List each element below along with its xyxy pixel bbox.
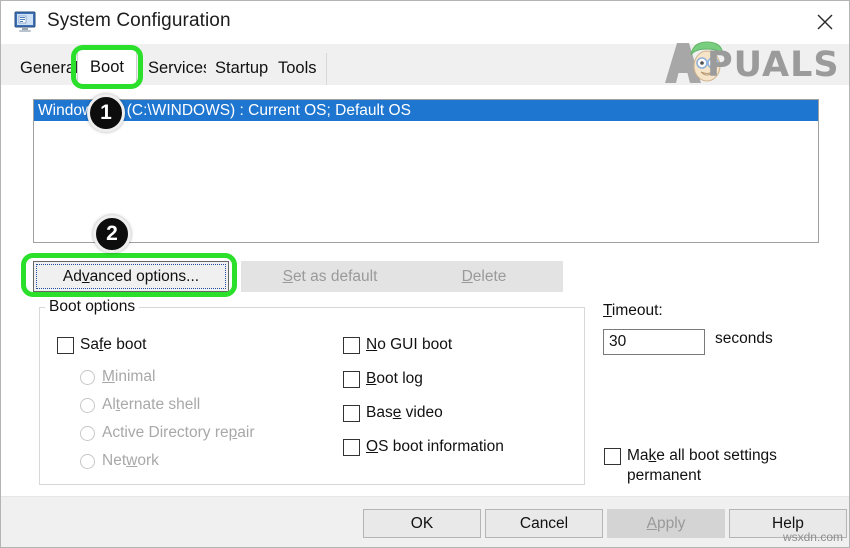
close-icon[interactable]	[799, 1, 850, 43]
apply-button: Apply	[607, 509, 725, 538]
list-item[interactable]: Windows 10 (C:\WINDOWS) : Current OS; De…	[34, 100, 818, 121]
safe-boot-network-label: Network	[102, 452, 159, 470]
step-badge-2: 2	[93, 215, 131, 253]
base-video-checkbox[interactable]	[343, 405, 360, 422]
boot-tab-panel: Windows 10 (C:\WINDOWS) : Current OS; De…	[1, 85, 850, 548]
title-bar: System Configuration	[1, 1, 850, 44]
make-boot-settings-permanent-label[interactable]: Make all boot settings permanent	[627, 446, 807, 486]
dialog-footer: OK Cancel Apply Help	[1, 496, 850, 548]
tab-boot[interactable]: Boot	[77, 49, 137, 86]
os-boot-information-checkbox[interactable]	[343, 439, 360, 456]
safe-boot-minimal-radio	[80, 370, 95, 385]
delete-label: Delete	[462, 268, 507, 285]
no-gui-boot-checkbox[interactable]	[343, 337, 360, 354]
os-list[interactable]: Windows 10 (C:\WINDOWS) : Current OS; De…	[33, 99, 819, 243]
help-button[interactable]: Help	[729, 509, 847, 538]
system-configuration-icon	[14, 11, 38, 33]
boot-log-checkbox[interactable]	[343, 371, 360, 388]
safe-boot-active-directory-repair-label: Active Directory repair	[102, 424, 254, 442]
make-boot-settings-permanent-checkbox[interactable]	[604, 448, 621, 465]
tab-tools[interactable]: Tools	[269, 53, 327, 85]
os-boot-information-label[interactable]: OS boot information	[366, 438, 504, 456]
no-gui-boot-label[interactable]: No GUI boot	[366, 336, 452, 354]
set-as-default-label: Set as default	[283, 268, 378, 285]
safe-boot-label[interactable]: Safe boot	[80, 336, 146, 354]
timeout-units-label: seconds	[715, 330, 773, 348]
base-video-label[interactable]: Base video	[366, 404, 443, 422]
safe-boot-alternate-shell-radio	[80, 398, 95, 413]
cancel-button[interactable]: Cancel	[485, 509, 603, 538]
step-badge-1: 1	[87, 94, 125, 132]
window-title: System Configuration	[47, 10, 231, 32]
timeout-input[interactable]: 30	[603, 329, 705, 355]
set-as-default-button: Set as default	[241, 261, 419, 292]
safe-boot-alternate-shell-label: Alternate shell	[102, 396, 200, 414]
system-configuration-window: System Configuration General Boot Servic…	[0, 0, 850, 548]
boot-log-label[interactable]: Boot log	[366, 370, 423, 388]
advanced-options-label: Advanced options...	[63, 268, 199, 285]
boot-options-legend: Boot options	[45, 298, 139, 316]
ok-button[interactable]: OK	[363, 509, 481, 538]
safe-boot-minimal-label: Minimal	[102, 368, 155, 386]
safe-boot-network-radio	[80, 454, 95, 469]
delete-button: Delete	[405, 261, 563, 292]
tab-strip: General Boot Services Startup Tools	[1, 44, 850, 85]
safe-boot-active-directory-repair-radio	[80, 426, 95, 441]
advanced-options-button[interactable]: Advanced options...	[33, 261, 229, 292]
safe-boot-checkbox[interactable]	[57, 337, 74, 354]
tab-startup[interactable]: Startup	[206, 53, 278, 85]
timeout-label: Timeout:	[603, 302, 663, 320]
